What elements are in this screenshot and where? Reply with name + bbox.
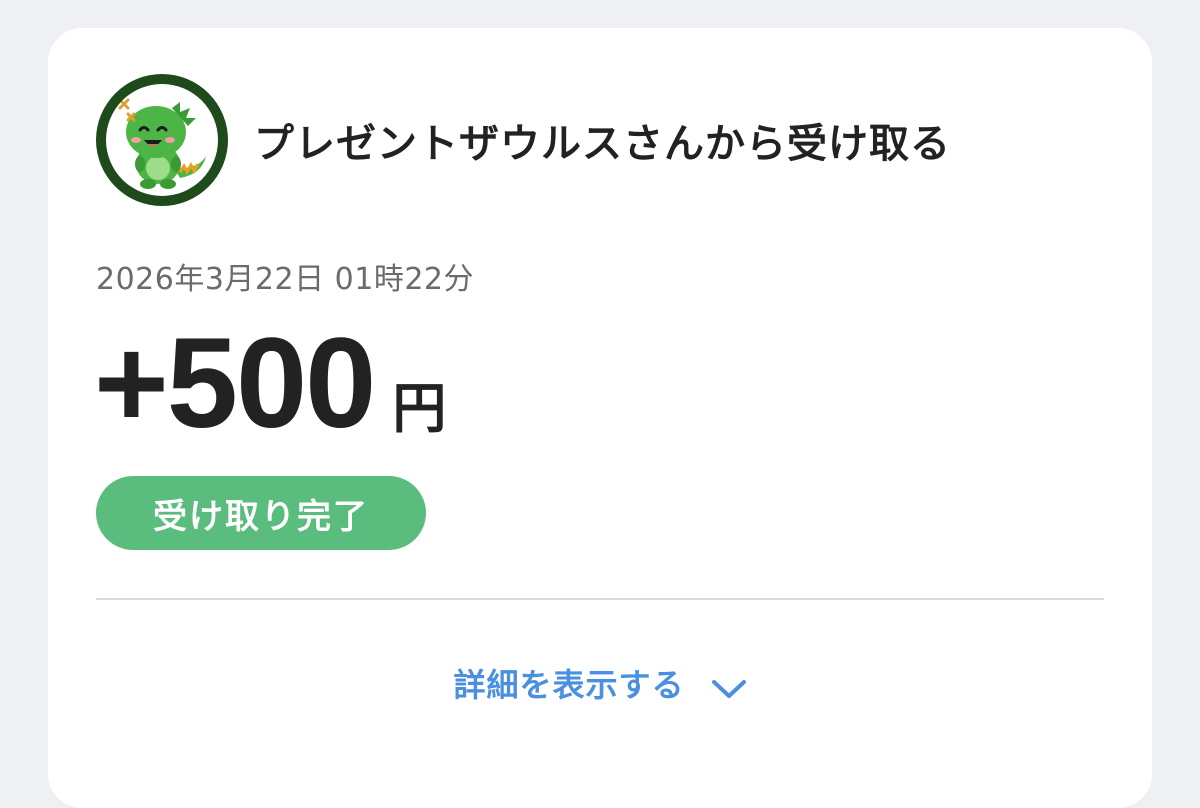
currency-unit: 円 xyxy=(392,377,447,440)
show-details-label: 詳細を表示する xyxy=(453,666,685,704)
show-details-button[interactable]: 詳細を表示する xyxy=(48,660,1152,706)
sender-avatar xyxy=(96,74,228,206)
dinosaur-mascot-icon xyxy=(106,84,218,196)
amount-row: +500 円 xyxy=(94,320,446,448)
divider xyxy=(96,598,1104,600)
sender-title: プレゼントザウルスさんから受け取る xyxy=(254,121,951,167)
transaction-datetime: 2026年3月22日 01時22分 xyxy=(96,262,474,297)
transaction-card: プレゼントザウルスさんから受け取る 2026年3月22日 01時22分 +500… xyxy=(48,28,1152,808)
transaction-header: プレゼントザウルスさんから受け取る xyxy=(96,74,951,206)
amount-value: +500 xyxy=(94,312,376,455)
chevron-down-icon xyxy=(711,671,747,698)
status-badge: 受け取り完了 xyxy=(96,476,426,550)
